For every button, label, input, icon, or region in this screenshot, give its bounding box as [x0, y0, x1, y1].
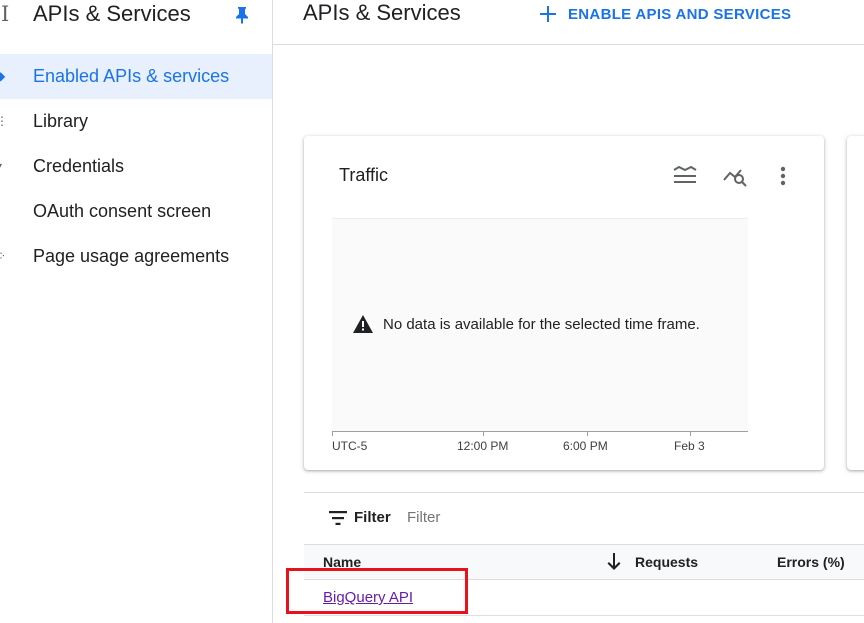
no-data-text: No data is available for the selected ti…	[383, 315, 700, 333]
sidebar-item-label: OAuth consent screen	[33, 201, 212, 221]
filter-bar: Filter	[304, 492, 864, 544]
sidebar: I APIs & Services ◆ Enabled APIs & servi…	[0, 0, 273, 623]
consent-icon	[0, 205, 6, 217]
dashboard-icon: ◆	[0, 69, 6, 83]
x-axis	[332, 431, 748, 432]
page-title: APIs & Services	[303, 0, 461, 25]
sidebar-item-enabled-apis[interactable]: ◆ Enabled APIs & services	[0, 54, 272, 99]
settings-icon: ⁘	[0, 250, 6, 262]
column-header-requests[interactable]: Requests	[635, 554, 698, 570]
sidebar-item-label: Library	[33, 111, 89, 131]
table-header: Name Requests Errors (%)	[304, 544, 864, 580]
card-title: Traffic	[339, 165, 389, 185]
x-tick	[587, 431, 588, 436]
filter-icon[interactable]	[329, 511, 347, 525]
sidebar-title: APIs & Services	[33, 1, 191, 26]
traffic-card: Traffic UTC-5 12:00 PM 6:00 PM Feb 3 No …	[304, 136, 824, 470]
plus-icon	[540, 6, 556, 22]
x-tick	[483, 431, 484, 436]
x-tick	[332, 431, 333, 436]
x-tick-label: Feb 3	[674, 439, 705, 453]
api-icon: I	[1, 2, 10, 26]
pin-icon[interactable]	[235, 6, 249, 24]
sidebar-item-label: Credentials	[33, 156, 125, 176]
page-header: APIs & Services ENABLE APIS AND SERVICES	[273, 0, 864, 45]
sidebar-header: I APIs & Services	[0, 0, 272, 30]
sidebar-nav: ◆ Enabled APIs & services ⋮ Library ▾ Cr…	[0, 54, 272, 279]
library-icon: ⋮	[0, 114, 8, 128]
api-name-link[interactable]: BigQuery API	[323, 589, 413, 606]
x-tick-label: UTC-5	[332, 439, 368, 453]
secondary-card	[847, 136, 864, 470]
x-tick-label: 6:00 PM	[563, 439, 608, 453]
column-header-errors[interactable]: Errors (%)	[777, 554, 845, 570]
sidebar-item-label: Enabled APIs & services	[33, 66, 230, 86]
sidebar-item-credentials[interactable]: ▾ Credentials	[0, 144, 272, 189]
enable-apis-label: ENABLE APIS AND SERVICES	[568, 5, 792, 23]
sidebar-item-label: Page usage agreements	[33, 246, 230, 266]
legend-toggle-icon[interactable]	[672, 164, 698, 188]
sort-descending-icon[interactable]	[605, 552, 623, 572]
sidebar-item-library[interactable]: ⋮ Library	[0, 99, 272, 144]
filter-label: Filter	[354, 509, 391, 526]
table-row: BigQuery API	[304, 580, 864, 616]
filter-input[interactable]	[407, 509, 607, 526]
key-icon: ▾	[0, 160, 6, 172]
enable-apis-button[interactable]: ENABLE APIS AND SERVICES	[539, 3, 791, 25]
explore-metrics-icon[interactable]	[722, 164, 748, 188]
sidebar-item-page-usage[interactable]: ⁘ Page usage agreements	[0, 234, 272, 279]
x-tick-label: 12:00 PM	[457, 439, 509, 453]
more-options-icon[interactable]	[770, 164, 796, 188]
warning-icon	[353, 315, 373, 333]
sidebar-item-oauth-consent[interactable]: OAuth consent screen	[0, 189, 272, 234]
x-tick	[690, 431, 691, 436]
no-data-message: No data is available for the selected ti…	[353, 315, 700, 333]
column-header-name[interactable]: Name	[323, 554, 361, 570]
